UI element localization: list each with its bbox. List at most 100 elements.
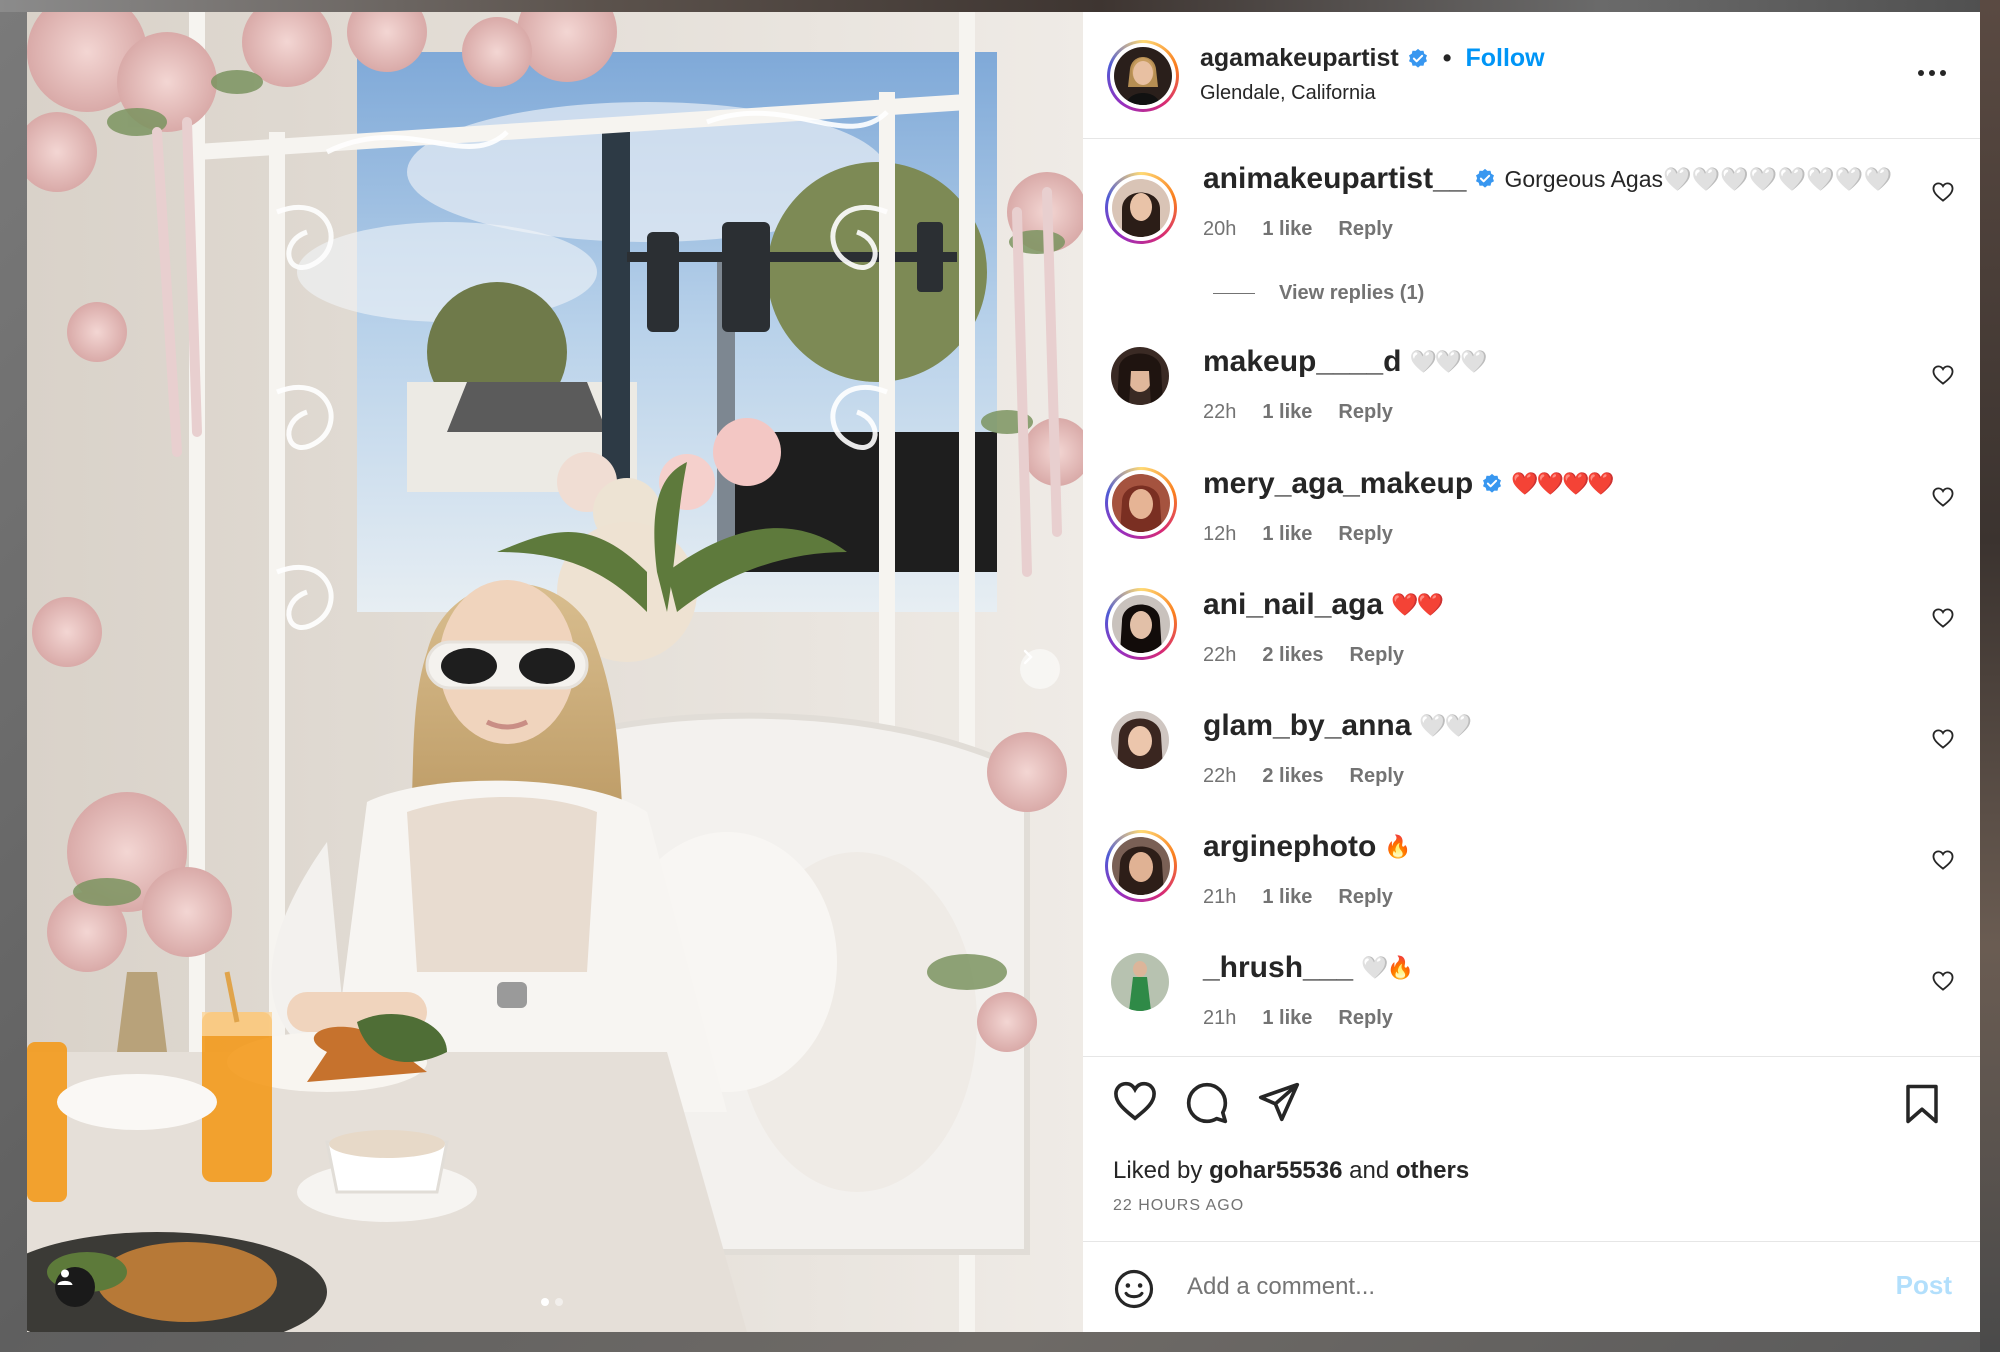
comment-username[interactable]: ani_nail_aga: [1203, 588, 1383, 622]
liked-by-others[interactable]: others: [1396, 1157, 1469, 1184]
separator-dot: •: [1442, 44, 1452, 72]
comment-time[interactable]: 22h: [1203, 401, 1236, 424]
comment-time[interactable]: 22h: [1203, 765, 1236, 788]
comment-header: mery_aga_makeup ❤️❤️❤️❤️: [1203, 467, 1615, 501]
photo-illustration: [27, 12, 1083, 1332]
comment-meta: 22h 2 likes Reply: [1203, 644, 1404, 667]
author-avatar-ring[interactable]: [1107, 40, 1179, 112]
post-timestamp[interactable]: 22 HOURS AGO: [1113, 1197, 1244, 1215]
comment-item: glam_by_anna 🤍🤍 22h 2 likes Reply: [1083, 709, 1980, 819]
view-replies-label: View replies (1): [1279, 282, 1425, 304]
reply-button[interactable]: Reply: [1338, 523, 1392, 546]
carousel-dot: [555, 1298, 563, 1306]
commenter-avatar[interactable]: [1111, 347, 1169, 405]
comment-time[interactable]: 20h: [1203, 218, 1236, 241]
post-button[interactable]: Post: [1896, 1270, 1952, 1301]
commenter-avatar-ring[interactable]: [1105, 830, 1177, 902]
follow-button[interactable]: Follow: [1465, 44, 1544, 73]
add-comment-bar: Post: [1083, 1241, 1980, 1332]
comment-item: makeup____d 🤍🤍🤍 22h 1 like Reply: [1083, 345, 1980, 455]
bookmark-icon[interactable]: [1904, 1083, 1940, 1125]
comment-username[interactable]: _hrush___: [1203, 951, 1353, 985]
comment-header: makeup____d 🤍🤍🤍: [1203, 345, 1488, 379]
comment-header: _hrush___ 🤍🔥: [1203, 951, 1414, 985]
comment-likes[interactable]: 1 like: [1262, 1007, 1312, 1030]
comment-likes[interactable]: 1 like: [1262, 401, 1312, 424]
next-photo-button[interactable]: [1020, 649, 1060, 689]
comment-text: 🤍🤍🤍: [1409, 349, 1487, 374]
heart-icon[interactable]: [1932, 365, 1954, 385]
commenter-avatar: [1112, 179, 1170, 237]
comment-likes[interactable]: 2 likes: [1262, 644, 1323, 667]
comment-likes[interactable]: 1 like: [1262, 886, 1312, 909]
heart-icon[interactable]: [1113, 1081, 1157, 1121]
comment-item: animakeupartist__ Gorgeous Agas🤍🤍🤍🤍🤍🤍🤍🤍 …: [1083, 162, 1980, 272]
user-tags-button[interactable]: [55, 1267, 95, 1307]
liked-by: Liked by gohar55536 and others: [1113, 1157, 1469, 1185]
comment-item: _hrush___ 🤍🔥 21h 1 like Reply: [1083, 951, 1980, 1061]
commenter-avatar[interactable]: [1111, 711, 1169, 769]
reply-button[interactable]: Reply: [1338, 401, 1392, 424]
comment-text: ❤️❤️: [1391, 592, 1444, 617]
commenter-avatar[interactable]: [1111, 953, 1169, 1011]
comment-text: 🤍🔥: [1361, 955, 1414, 980]
reply-button[interactable]: Reply: [1350, 765, 1404, 788]
comment-time[interactable]: 12h: [1203, 523, 1236, 546]
post-location[interactable]: Glendale, California: [1200, 82, 1376, 105]
replies-divider: [1213, 293, 1255, 294]
reply-button[interactable]: Reply: [1350, 644, 1404, 667]
carousel-dot-active: [541, 1298, 549, 1306]
verified-icon: [1476, 168, 1495, 188]
heart-icon[interactable]: [1932, 971, 1954, 991]
comment-time[interactable]: 22h: [1203, 644, 1236, 667]
comment-item: arginephoto 🔥 21h 1 like Reply: [1083, 830, 1980, 940]
share-icon[interactable]: [1257, 1081, 1301, 1123]
post-actions: Liked by gohar55536 and others 22 HOURS …: [1083, 1056, 1980, 1332]
post-modal: agamakeupartist • Follow Glendale, Calif…: [27, 12, 1980, 1332]
comment-text: Gorgeous Agas🤍🤍🤍🤍🤍🤍🤍🤍: [1504, 165, 1893, 192]
comment-text: ❤️❤️❤️❤️: [1511, 471, 1615, 496]
comment-meta: 12h 1 like Reply: [1203, 523, 1393, 546]
commenter-avatar: [1112, 474, 1170, 532]
comment-likes[interactable]: 1 like: [1262, 523, 1312, 546]
commenter-avatar-ring[interactable]: [1105, 467, 1177, 539]
commenter-avatar-ring[interactable]: [1105, 588, 1177, 660]
liked-by-user[interactable]: gohar55536: [1209, 1157, 1342, 1184]
post-side-panel: agamakeupartist • Follow Glendale, Calif…: [1083, 12, 1980, 1332]
user-tag-icon: [57, 1269, 73, 1285]
heart-icon[interactable]: [1932, 182, 1954, 202]
heart-icon[interactable]: [1932, 608, 1954, 628]
comment-text: 🤍🤍: [1419, 713, 1472, 738]
reply-button[interactable]: Reply: [1338, 218, 1392, 241]
carousel-indicator: [541, 1298, 563, 1306]
more-icon[interactable]: [1918, 70, 1946, 76]
comment-username[interactable]: glam_by_anna: [1203, 709, 1411, 743]
view-replies-button[interactable]: View replies (1): [1213, 282, 1424, 305]
commenter-avatar-ring[interactable]: [1105, 172, 1177, 244]
comment-time[interactable]: 21h: [1203, 1007, 1236, 1030]
verified-icon: [1483, 473, 1502, 493]
commenter-avatar: [1112, 837, 1170, 895]
comment-meta: 20h 1 like Reply: [1203, 218, 1393, 241]
commenter-avatar: [1112, 595, 1170, 653]
heart-icon[interactable]: [1932, 729, 1954, 749]
heart-icon[interactable]: [1932, 487, 1954, 507]
comment-input[interactable]: [1185, 1272, 1789, 1302]
post-photo[interactable]: [27, 12, 1083, 1332]
post-header: agamakeupartist • Follow Glendale, Calif…: [1083, 12, 1980, 139]
comment-username[interactable]: animakeupartist__: [1203, 162, 1466, 196]
reply-button[interactable]: Reply: [1338, 886, 1392, 909]
heart-icon[interactable]: [1932, 850, 1954, 870]
comment-username[interactable]: arginephoto: [1203, 830, 1376, 864]
reply-button[interactable]: Reply: [1338, 1007, 1392, 1030]
comment-header: arginephoto 🔥: [1203, 830, 1412, 864]
comment-likes[interactable]: 2 likes: [1262, 765, 1323, 788]
comment-username[interactable]: makeup____d: [1203, 345, 1401, 379]
emoji-icon[interactable]: [1113, 1268, 1155, 1310]
comment-username[interactable]: mery_aga_makeup: [1203, 467, 1473, 501]
comment-likes[interactable]: 1 like: [1262, 218, 1312, 241]
author-username[interactable]: agamakeupartist: [1200, 44, 1399, 73]
comment-icon[interactable]: [1185, 1081, 1229, 1125]
chevron-right-icon: [1023, 649, 1033, 665]
comment-time[interactable]: 21h: [1203, 886, 1236, 909]
